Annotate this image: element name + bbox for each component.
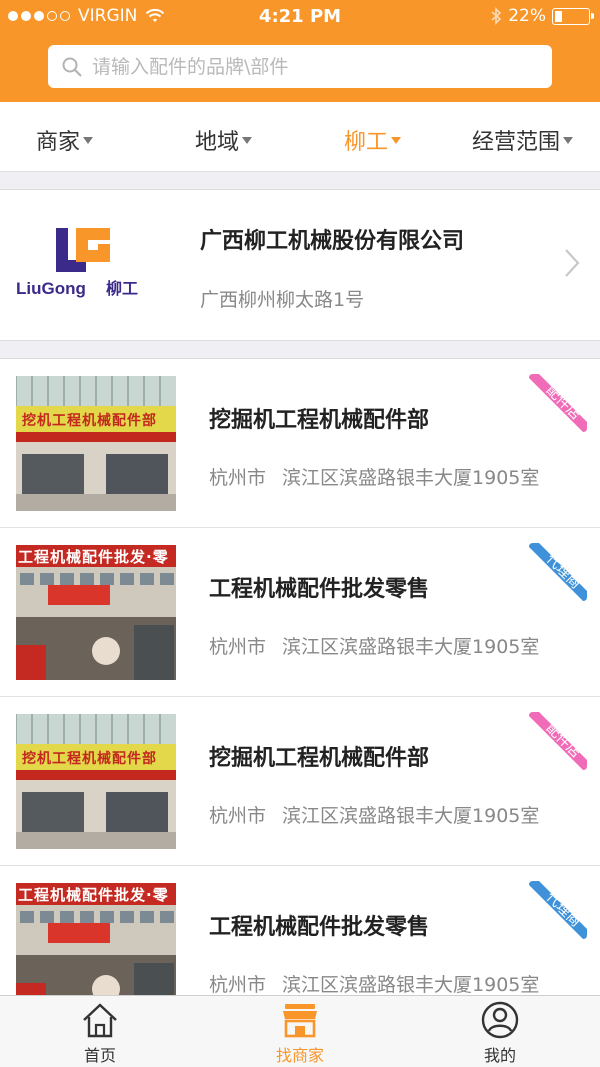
merchant-row[interactable]: 工程机械配件批发·零 工程机械配件批发零售 杭州市 滨江区滨盛路银丰大厦1905室… [0, 528, 600, 697]
merchant-name: 工程机械配件批发零售 [209, 577, 430, 602]
tab-bar: 首页 找商家 我的 [0, 995, 600, 1067]
svg-text:LiuGong: LiuGong [16, 279, 86, 298]
featured-name: 广西柳工机械股份有限公司 [200, 229, 465, 254]
battery-icon [552, 7, 594, 25]
merchant-address: 滨江区滨盛路银丰大厦1905室 [282, 805, 540, 827]
filter-merchant[interactable]: 商家 [36, 124, 94, 156]
caret-down-icon [83, 136, 94, 144]
filter-brand[interactable]: 柳工 [344, 124, 402, 156]
merchant-address: 滨江区滨盛路银丰大厦1905室 [282, 974, 540, 996]
tab-label: 找商家 [275, 1046, 324, 1065]
merchant-address: 滨江区滨盛路银丰大厦1905室 [282, 636, 540, 658]
search-box[interactable] [48, 45, 552, 88]
header: VIRGIN 4:21 PM 22% [0, 0, 600, 102]
merchant-row[interactable]: 挖机工程机械配件部 挖掘机工程机械配件部 杭州市 滨江区滨盛路银丰大厦1905室 … [0, 697, 600, 866]
tab-label: 首页 [83, 1046, 116, 1065]
tab-find-merchant[interactable]: 找商家 [200, 996, 400, 1067]
merchant-city: 杭州市 [209, 467, 267, 489]
chevron-right-icon [565, 249, 580, 277]
filter-label: 商家 [36, 130, 81, 155]
filter-label: 经营范围 [472, 130, 561, 155]
merchant-city: 杭州市 [209, 805, 267, 827]
photo-sign-text: 工程机械配件批发·零 [18, 886, 169, 904]
search-input[interactable] [92, 55, 532, 78]
filter-region[interactable]: 地域 [195, 124, 253, 156]
home-icon [83, 1003, 117, 1038]
filter-business-scope[interactable]: 经营范围 [472, 124, 574, 156]
caret-down-icon [563, 136, 574, 144]
photo-sign-text: 挖机工程机械配件部 [22, 751, 157, 767]
merchant-type-badge: 代理商 [529, 543, 587, 601]
liugong-logo: LiuGong 柳工 [16, 228, 138, 298]
merchant-address-line: 杭州市 滨江区滨盛路银丰大厦1905室 [209, 632, 539, 659]
photo-sign-text: 工程机械配件批发·零 [18, 548, 169, 566]
filter-bar: 商家 地域 柳工 经营范围 [0, 102, 600, 172]
merchant-row[interactable]: 挖机工程机械配件部 挖掘机工程机械配件部 杭州市 滨江区滨盛路银丰大厦1905室 … [0, 359, 600, 528]
merchant-type-badge: 配件店 [529, 374, 587, 432]
battery-percent: 22% [508, 6, 546, 26]
merchant-type-badge: 代理商 [529, 881, 587, 939]
merchant-address-line: 杭州市 滨江区滨盛路银丰大厦1905室 [209, 970, 539, 997]
merchant-type-badge: 配件店 [529, 712, 587, 770]
caret-down-icon [242, 136, 253, 144]
shop-icon [283, 1004, 317, 1038]
caret-down-icon [391, 136, 402, 144]
status-bar: VIRGIN 4:21 PM 22% [0, 0, 600, 34]
merchant-photo: 挖机工程机械配件部 [16, 714, 176, 849]
filter-label: 地域 [195, 130, 240, 155]
merchant-address-line: 杭州市 滨江区滨盛路银丰大厦1905室 [209, 801, 539, 828]
user-icon [481, 1001, 519, 1039]
svg-text:柳工: 柳工 [106, 279, 138, 298]
merchant-city: 杭州市 [209, 636, 267, 658]
merchant-name: 挖掘机工程机械配件部 [209, 408, 430, 433]
filter-label: 柳工 [344, 130, 389, 155]
photo-sign-text: 挖机工程机械配件部 [22, 413, 157, 429]
merchant-address: 滨江区滨盛路银丰大厦1905室 [282, 467, 540, 489]
bluetooth-icon [491, 7, 502, 25]
tab-label: 我的 [483, 1046, 516, 1065]
merchant-photo: 工程机械配件批发·零 [16, 545, 176, 680]
merchant-name: 挖掘机工程机械配件部 [209, 746, 430, 771]
merchant-city: 杭州市 [209, 974, 267, 996]
merchant-address-line: 杭州市 滨江区滨盛路银丰大厦1905室 [209, 463, 539, 490]
tab-profile[interactable]: 我的 [400, 996, 600, 1067]
search-icon [62, 57, 82, 77]
featured-address: 广西柳州柳太路1号 [200, 289, 365, 311]
tab-home[interactable]: 首页 [0, 996, 200, 1067]
merchant-list: 挖机工程机械配件部 挖掘机工程机械配件部 杭州市 滨江区滨盛路银丰大厦1905室 … [0, 358, 600, 1035]
merchant-photo: 挖机工程机械配件部 [16, 376, 176, 511]
featured-merchant[interactable]: LiuGong 柳工 广西柳工机械股份有限公司 广西柳州柳太路1号 [0, 189, 600, 341]
merchant-name: 工程机械配件批发零售 [209, 915, 430, 940]
